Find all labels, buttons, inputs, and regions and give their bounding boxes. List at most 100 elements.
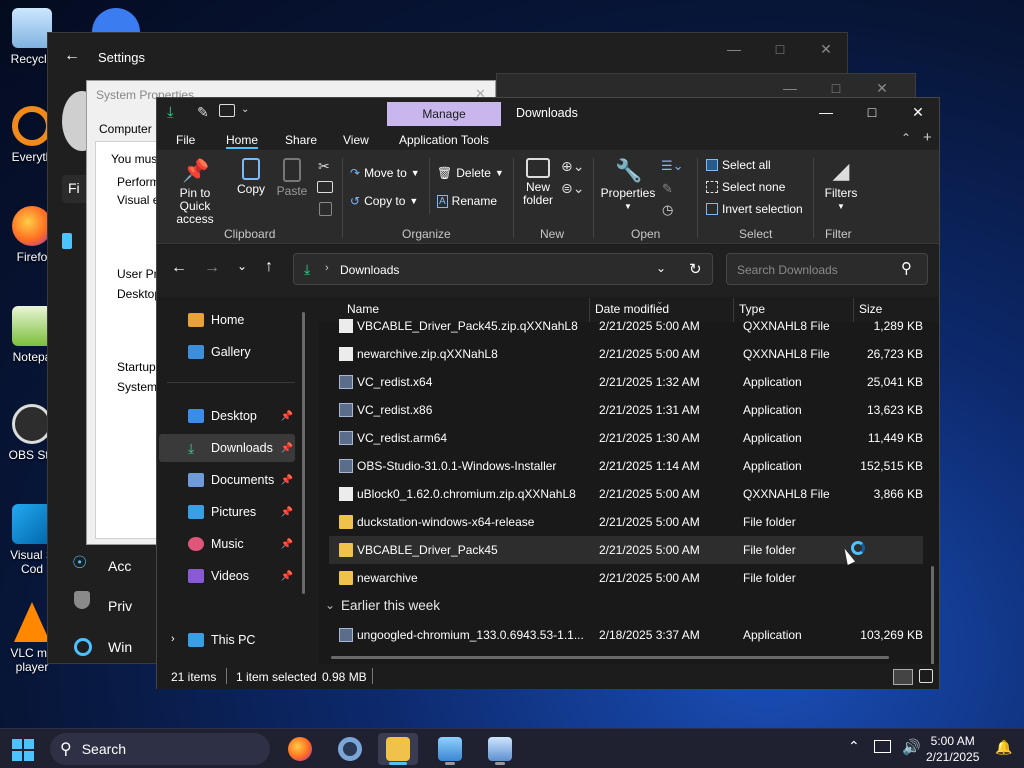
- sidebar-item-desktop[interactable]: Desktop 📌: [159, 402, 295, 430]
- chevron-down-icon[interactable]: ⌄: [241, 104, 249, 115]
- history-icon[interactable]: ◷: [662, 202, 673, 218]
- sidebar-scrollbar[interactable]: [302, 312, 305, 594]
- sidebar-item-home[interactable]: Home: [159, 306, 295, 334]
- recent-locations-icon[interactable]: ⌄: [237, 259, 247, 273]
- taskbar-app-settings[interactable]: [330, 733, 370, 765]
- vertical-scrollbar[interactable]: [931, 566, 934, 664]
- minimize-icon[interactable]: —: [711, 41, 757, 58]
- taskbar-app-file-explorer[interactable]: [378, 733, 418, 765]
- new-tab-icon[interactable]: +: [923, 129, 932, 146]
- move-to-button[interactable]: ↷ Move to ▼: [350, 166, 420, 180]
- tab-computer-name[interactable]: Computer N: [99, 122, 164, 136]
- pin-icon[interactable]: 📌: [281, 411, 293, 422]
- filters-button[interactable]: ◢ Filters ▼: [819, 158, 863, 213]
- close-icon[interactable]: ✕: [859, 80, 905, 97]
- paste-button[interactable]: Paste: [275, 158, 309, 198]
- new-folder-quick-icon[interactable]: [219, 104, 235, 117]
- volume-icon[interactable]: 🔊: [902, 738, 921, 756]
- notification-bell-icon[interactable]: 🔔: [995, 739, 1012, 756]
- settings-nav-accessibility[interactable]: Acc: [108, 558, 131, 574]
- tab-application-tools[interactable]: Application Tools: [399, 133, 489, 147]
- paste-shortcut-icon[interactable]: [319, 202, 332, 216]
- maximize-icon[interactable]: □: [849, 104, 895, 121]
- breadcrumb[interactable]: Downloads: [340, 263, 399, 277]
- taskbar-app-firefox[interactable]: [280, 733, 320, 765]
- expand-chevron-icon[interactable]: ›: [171, 633, 175, 645]
- sidebar-item-gallery[interactable]: Gallery: [159, 338, 295, 366]
- forward-arrow-icon[interactable]: →: [204, 259, 220, 277]
- sidebar-item-documents[interactable]: Documents 📌: [159, 466, 295, 494]
- taskbar-app-system-properties[interactable]: [430, 733, 470, 765]
- settings-nav-privacy[interactable]: Priv: [108, 598, 132, 614]
- tab-home[interactable]: Home: [226, 133, 258, 147]
- collapse-ribbon-icon[interactable]: ⌃: [901, 131, 911, 145]
- back-arrow-icon[interactable]: ←: [64, 47, 80, 65]
- invert-selection-button[interactable]: Invert selection: [706, 202, 803, 216]
- settings-nav-windows-update[interactable]: Win: [108, 639, 132, 655]
- tab-file[interactable]: File: [176, 133, 195, 147]
- copy-path-icon[interactable]: [317, 181, 333, 193]
- maximize-icon[interactable]: □: [813, 80, 859, 97]
- sidebar-item-this-pc[interactable]: › This PC: [159, 626, 295, 654]
- table-row[interactable]: duckstation-windows-x64-release 2/21/2025…: [329, 508, 923, 536]
- horizontal-scrollbar[interactable]: [331, 656, 889, 659]
- edit-icon[interactable]: ✎: [662, 181, 673, 197]
- pin-icon[interactable]: 📌: [281, 443, 293, 454]
- up-arrow-icon[interactable]: ↑: [265, 258, 273, 276]
- copy-button[interactable]: Copy: [231, 158, 271, 196]
- tab-manage[interactable]: Manage: [387, 102, 501, 126]
- pin-icon[interactable]: 📌: [281, 539, 293, 550]
- chevron-up-icon[interactable]: ⌃: [848, 738, 860, 755]
- sidebar-item-videos[interactable]: Videos 📌: [159, 562, 295, 590]
- pin-icon[interactable]: 📌: [281, 507, 293, 518]
- search-icon[interactable]: ⚲: [901, 259, 912, 277]
- sidebar-item-downloads[interactable]: ⤓ Downloads 📌: [159, 434, 295, 462]
- back-arrow-icon[interactable]: ←: [171, 259, 187, 277]
- select-none-button[interactable]: Select none: [706, 180, 785, 194]
- pin-icon[interactable]: 📌: [281, 475, 293, 486]
- chevron-down-icon[interactable]: ⌄: [325, 598, 335, 612]
- close-icon[interactable]: ✕: [895, 104, 941, 121]
- minimize-icon[interactable]: —: [803, 104, 849, 121]
- cut-icon[interactable]: ✂: [318, 158, 330, 175]
- tab-share[interactable]: Share: [285, 133, 317, 147]
- sidebar-item-music[interactable]: Music 📌: [159, 530, 295, 558]
- select-all-button[interactable]: Select all: [706, 158, 771, 172]
- table-row[interactable]: VC_redist.arm64 2/21/2025 1:30 AM Applicat…: [329, 424, 923, 452]
- copy-to-button[interactable]: ↺ Copy to ▼: [350, 194, 418, 208]
- start-button[interactable]: [12, 739, 34, 761]
- pin-icon[interactable]: 📌: [281, 571, 293, 582]
- maximize-icon[interactable]: □: [757, 41, 803, 58]
- rename-button[interactable]: A Rename: [437, 194, 497, 208]
- pin-quick-access-button[interactable]: 📌 Pin to Quick access: [163, 158, 227, 226]
- table-row[interactable]: newarchive.zip.qXXNahL8 2/21/2025 5:00 AM…: [329, 340, 923, 368]
- table-row[interactable]: ungoogled-chromium_133.0.6943.53-1.1... 2…: [329, 621, 923, 649]
- taskbar-search[interactable]: ⚲ Search: [50, 733, 270, 765]
- clock[interactable]: 5:00 AM 2/21/2025: [926, 733, 979, 765]
- sidebar-item-pictures[interactable]: Pictures 📌: [159, 498, 295, 526]
- chevron-down-icon[interactable]: ⌄: [656, 261, 666, 275]
- new-item-icon[interactable]: ⊕⌄: [561, 158, 584, 175]
- large-icons-view-icon[interactable]: [919, 669, 933, 683]
- table-row[interactable]: uBlock0_1.62.0.chromium.zip.qXXNahL8 2/21…: [329, 480, 923, 508]
- table-row[interactable]: OBS-Studio-31.0.1-Windows-Installer 2/21/…: [329, 452, 923, 480]
- properties-quick-icon[interactable]: ✎: [197, 104, 209, 121]
- table-row[interactable]: VC_redist.x86 2/21/2025 1:31 AM Applicatio…: [329, 396, 923, 424]
- tab-view[interactable]: View: [343, 133, 369, 147]
- refresh-icon[interactable]: ↻: [689, 260, 702, 278]
- network-icon[interactable]: [874, 740, 891, 753]
- taskbar-app-remote[interactable]: [480, 733, 520, 765]
- table-row[interactable]: VBCABLE_Driver_Pack45 2/21/2025 5:00 AM Fi…: [329, 536, 923, 564]
- new-folder-button[interactable]: New folder: [517, 158, 559, 207]
- group-header[interactable]: ⌄ Earlier this week: [321, 595, 921, 617]
- easy-access-icon[interactable]: ⊜⌄: [561, 180, 584, 197]
- table-row[interactable]: newarchive 2/21/2025 5:00 AM File folder: [329, 564, 923, 592]
- close-icon[interactable]: ✕: [803, 41, 849, 58]
- details-view-icon[interactable]: [893, 669, 913, 685]
- delete-button[interactable]: 🗑 Delete ▼: [437, 166, 504, 180]
- search-input[interactable]: Search Downloads ⚲: [726, 253, 928, 285]
- table-row[interactable]: VBCABLE_Driver_Pack45.zip.qXXNahL8 2/21/2…: [329, 312, 923, 340]
- minimize-icon[interactable]: —: [767, 80, 813, 97]
- properties-button[interactable]: 🔧 Properties ▼: [600, 158, 656, 213]
- table-row[interactable]: VC_redist.x64 2/21/2025 1:32 AM Applicatio…: [329, 368, 923, 396]
